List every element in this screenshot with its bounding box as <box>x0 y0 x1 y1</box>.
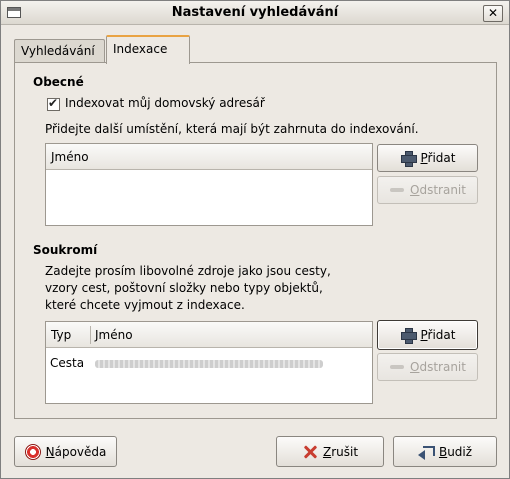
cancel-button-label: Zrušit <box>322 444 359 459</box>
ok-button[interactable]: Budiž <box>393 436 497 467</box>
plus-icon <box>400 150 417 167</box>
add-exclusion-label: Přidat <box>420 328 456 342</box>
exclusions-list[interactable]: Typ Jméno Cesta <box>45 321 373 404</box>
minus-icon <box>389 182 405 198</box>
cancel-x-icon <box>302 444 318 460</box>
window-title: Nastavení vyhledávání <box>171 5 339 20</box>
help-button[interactable]: Nápověda <box>14 436 117 467</box>
column-separator[interactable] <box>90 326 91 344</box>
index-home-label[interactable]: Indexovat můj domovský adresář <box>65 96 265 110</box>
add-location-button[interactable]: Přidat <box>377 144 478 172</box>
privacy-section-title: Soukromí <box>33 243 98 257</box>
remove-location-button[interactable]: Odstranit <box>377 176 478 204</box>
redacted-path <box>95 360 323 368</box>
column-header-type[interactable]: Typ <box>51 328 71 342</box>
title-bar[interactable]: Nastavení vyhledávání ✕ <box>1 1 509 25</box>
exclusions-list-header: Typ Jméno <box>46 322 372 348</box>
add-location-label: Přidat <box>420 151 456 165</box>
index-home-checkbox[interactable] <box>47 96 60 111</box>
locations-list[interactable]: Jméno <box>45 143 373 226</box>
return-arrow-icon <box>417 444 435 460</box>
privacy-description-line2: vzory cest, poštovní složky nebo typy ob… <box>45 281 323 295</box>
add-locations-text: Přidejte další umístění, která mají být … <box>45 122 419 136</box>
column-header-name[interactable]: Jméno <box>51 150 89 164</box>
column-header-name[interactable]: Jméno <box>95 328 133 342</box>
privacy-description-line1: Zadejte prosím libovolné zdroje jako jso… <box>45 264 331 278</box>
privacy-description-line3: které chcete vyjmout z indexace. <box>45 298 245 312</box>
indexing-panel: Obecné Indexovat můj domovský adresář Př… <box>14 62 497 419</box>
remove-location-label: Odstranit <box>410 183 466 197</box>
ok-button-label: Budiž <box>438 444 473 459</box>
cancel-button[interactable]: Zrušit <box>276 436 384 467</box>
plus-icon <box>400 327 417 344</box>
tab-indexing[interactable]: Indexace <box>106 35 190 64</box>
dialog-window: Nastavení vyhledávání ✕ Vyhledávání Inde… <box>0 0 510 479</box>
tab-search[interactable]: Vyhledávání <box>14 39 105 63</box>
row-type-cell: Cesta <box>50 356 85 370</box>
remove-exclusion-button[interactable]: Odstranit <box>377 353 478 381</box>
lifebuoy-icon <box>24 443 41 460</box>
remove-exclusion-label: Odstranit <box>410 360 466 374</box>
locations-list-header: Jméno <box>46 144 372 170</box>
minus-icon <box>389 359 405 375</box>
help-button-label: Nápověda <box>45 444 107 459</box>
general-section-title: Obecné <box>33 75 84 89</box>
add-exclusion-button[interactable]: Přidat <box>377 320 478 350</box>
close-button[interactable]: ✕ <box>483 5 503 22</box>
